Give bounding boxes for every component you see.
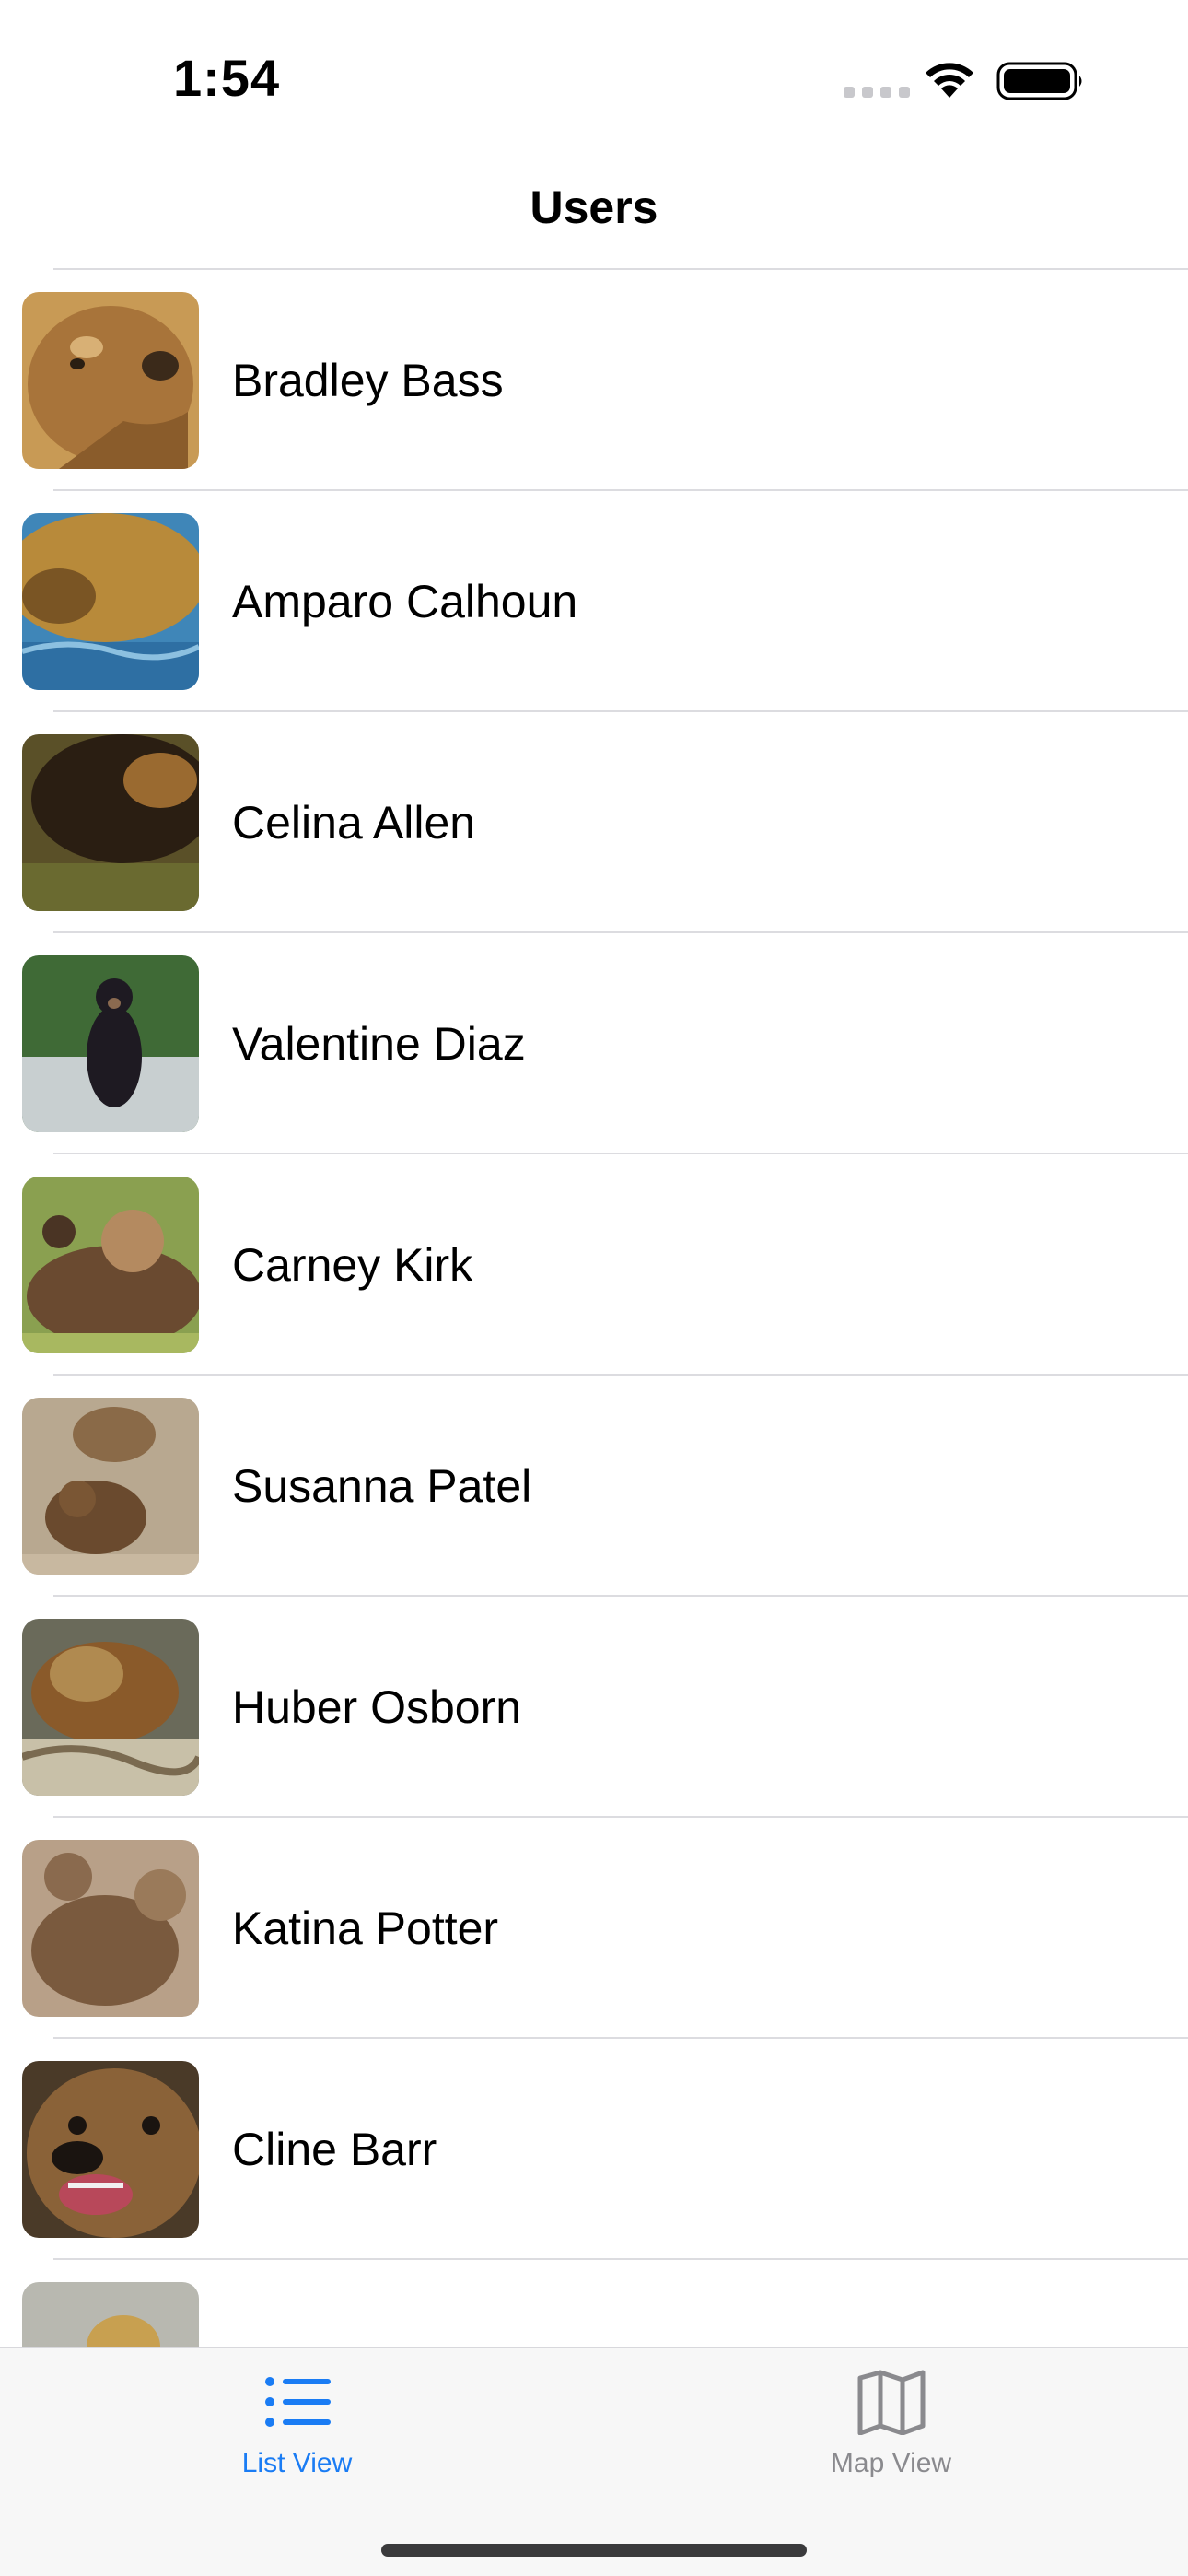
list-item[interactable]: Bradley Bass — [0, 270, 1188, 491]
avatar — [22, 1840, 199, 2017]
list-item[interactable]: Susanna Patel — [0, 1376, 1188, 1597]
list-item[interactable]: Carney Kirk — [0, 1154, 1188, 1376]
tab-map-view[interactable]: Map View — [594, 2348, 1188, 2505]
user-name: Amparo Calhoun — [232, 576, 578, 627]
list-item[interactable]: Valentine Diaz — [0, 933, 1188, 1154]
wifi-icon — [926, 63, 973, 98]
bear-photo — [22, 1177, 199, 1353]
bear-photo — [22, 1398, 199, 1575]
page-title: Users — [530, 181, 658, 233]
bear-photo — [22, 955, 199, 1132]
tab-list-view[interactable]: List View — [0, 2348, 594, 2505]
bear-photo — [22, 292, 199, 469]
tab-label: List View — [241, 2448, 353, 2478]
user-name: Cline Barr — [232, 2124, 437, 2175]
navigation-bar: Users — [0, 138, 1188, 270]
user-name: Valentine Diaz — [232, 1018, 526, 1070]
users-screen: 1:54 Users Bradley Bass Amparo Calhoun C… — [0, 0, 1188, 2576]
list-item[interactable]: Katina Potter — [0, 1818, 1188, 2039]
home-indicator[interactable] — [381, 2544, 807, 2557]
list-item[interactable]: Cline Barr — [0, 2039, 1188, 2260]
list-item[interactable]: Celina Allen — [0, 712, 1188, 933]
avatar — [22, 1177, 199, 1353]
bear-photo — [22, 2061, 199, 2238]
status-time: 1:54 — [173, 49, 281, 107]
avatar — [22, 1398, 199, 1575]
status-bar: 1:54 — [0, 0, 1188, 138]
user-name: Carney Kirk — [232, 1239, 473, 1291]
list-item[interactable]: Huber Osborn — [0, 1597, 1188, 1818]
user-list[interactable]: Bradley Bass Amparo Calhoun Celina Allen… — [0, 270, 1188, 2347]
bear-photo — [22, 2282, 199, 2347]
bear-photo — [22, 1840, 199, 2017]
avatar — [22, 2061, 199, 2238]
user-name: Susanna Patel — [232, 1460, 532, 1512]
tab-label: Map View — [830, 2448, 952, 2478]
list-item[interactable]: Amparo Calhoun — [0, 491, 1188, 712]
avatar — [22, 1619, 199, 1796]
bear-photo — [22, 513, 199, 690]
avatar — [22, 292, 199, 469]
avatar — [22, 955, 199, 1132]
user-name: Bradley Bass — [232, 355, 504, 406]
user-name: Celina Allen — [232, 797, 476, 849]
user-name: Katina Potter — [232, 1903, 499, 1954]
battery-icon — [996, 62, 1082, 100]
list-icon — [264, 2377, 331, 2427]
map-icon — [857, 2370, 925, 2435]
signal-dots-icon — [844, 87, 910, 98]
list-item[interactable] — [0, 2260, 1188, 2347]
bear-photo — [22, 1619, 199, 1796]
avatar — [22, 513, 199, 690]
avatar — [22, 2282, 199, 2347]
user-name: Huber Osborn — [232, 1681, 522, 1733]
avatar — [22, 734, 199, 911]
bear-photo — [22, 734, 199, 911]
tab-bar: List View Map View — [0, 2347, 1188, 2576]
